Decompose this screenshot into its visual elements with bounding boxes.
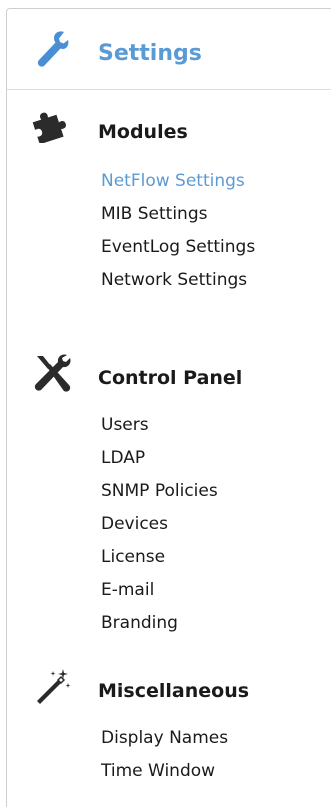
wrench-icon (37, 31, 69, 67)
menu-item-ldap[interactable]: LDAP (101, 448, 145, 468)
tools-icon (34, 354, 71, 392)
magic-wand-icon (37, 669, 71, 704)
menu-item-devices[interactable]: Devices (101, 514, 168, 534)
section-title-control-panel: Control Panel (98, 367, 243, 389)
menu-item-branding[interactable]: Branding (101, 613, 178, 633)
page-title: Settings (98, 41, 202, 66)
menu-item-time-window[interactable]: Time Window (101, 761, 215, 781)
menu-item-snmp-policies[interactable]: SNMP Policies (101, 481, 218, 501)
section-title-modules: Modules (98, 121, 188, 143)
section-title-miscellaneous: Miscellaneous (98, 680, 250, 702)
settings-header: Settings (7, 9, 331, 90)
menu-item-eventlog-settings[interactable]: EventLog Settings (101, 237, 255, 257)
menu-item-network-settings[interactable]: Network Settings (101, 270, 247, 290)
menu-item-email[interactable]: E-mail (101, 580, 154, 600)
settings-panel: Settings Modules NetFlow Settings MIB Se… (6, 8, 331, 807)
puzzle-piece-icon (32, 112, 66, 143)
menu-item-mib-settings[interactable]: MIB Settings (101, 204, 207, 224)
menu-item-netflow-settings[interactable]: NetFlow Settings (101, 171, 245, 191)
menu-item-license[interactable]: License (101, 547, 165, 567)
menu-item-display-names[interactable]: Display Names (101, 728, 228, 748)
menu-item-users[interactable]: Users (101, 415, 149, 435)
